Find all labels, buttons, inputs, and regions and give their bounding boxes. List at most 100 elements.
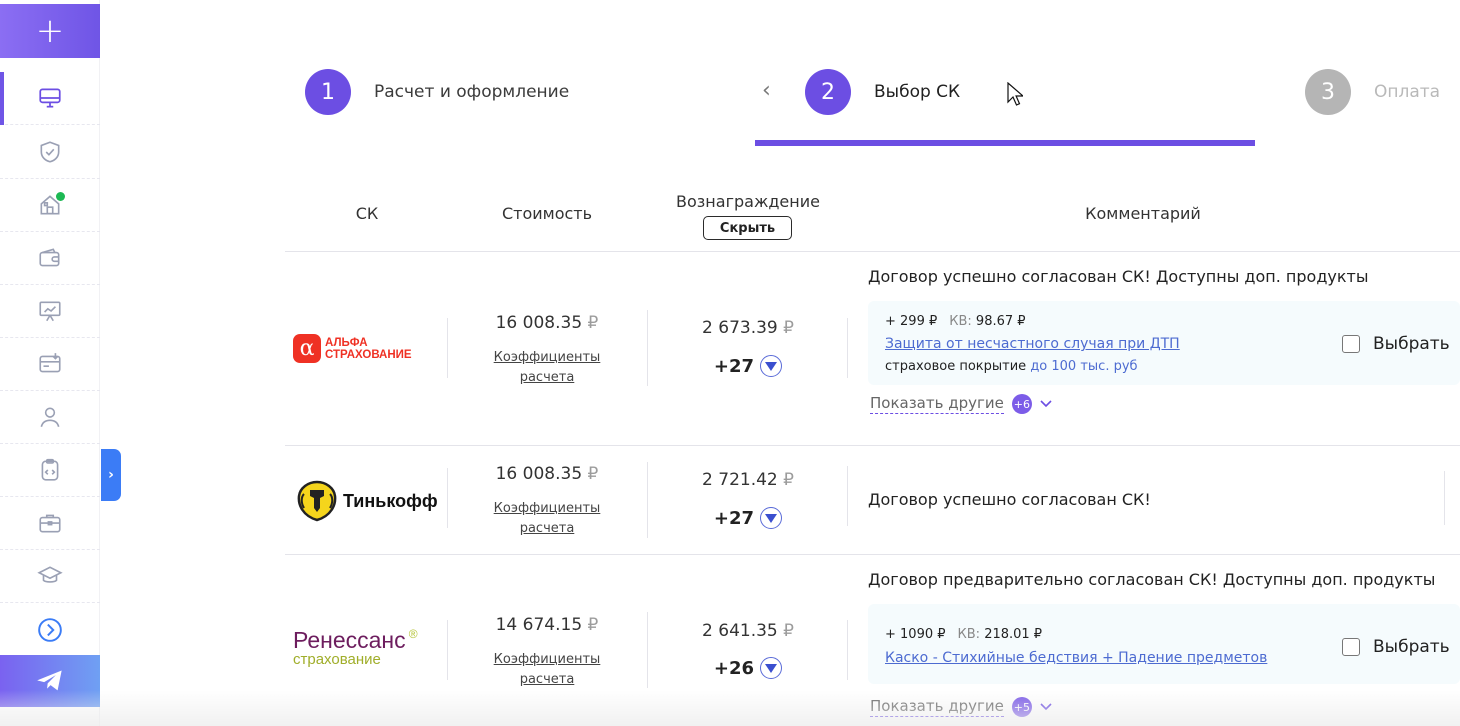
sidebar-expand-toggle[interactable]: › [101,449,121,501]
graduation-cap-icon [37,566,63,583]
telegram-button[interactable] [0,655,100,707]
comment-text: Договор предварительно согласован СК! До… [868,570,1436,589]
sidebar-item-education[interactable] [0,550,100,603]
shield-check-icon [40,141,60,163]
sidebar-item-insurance[interactable] [0,126,100,179]
briefcase-icon [39,514,61,533]
gem-icon [760,657,783,679]
reward-value: 2 673.39 ₽ [702,318,794,338]
coefficients-link[interactable]: Коэффициенты расчета [447,348,647,388]
price-value: 16 008.35 ₽ [495,464,599,484]
add-button[interactable]: + [0,4,100,58]
column-header-price: Стоимость [501,204,593,223]
count-badge: +5 [1011,697,1032,717]
select-product-option[interactable]: Выбрать [1342,637,1450,657]
reward-value: 2 641.35 ₽ [702,621,794,641]
logo-text: Ренессанс ® [293,627,418,653]
logo-text: СТРАХОВАНИЕ [325,348,412,361]
logo-text: АЛЬФА [325,336,368,349]
header-divider [285,251,1460,252]
product-link[interactable]: Каско - Стихийные бедствия + Падение пре… [885,650,1267,666]
presentation-chart-icon [39,301,61,322]
select-label: Выбрать [1373,334,1450,354]
step-company-selection[interactable]: 2 Выбор СК [805,69,960,115]
invoice-icon [39,353,61,373]
step-number: 3 [1305,69,1351,115]
step-label: Оплата [1374,82,1441,102]
row-divider [285,554,1460,555]
step-label: Выбор СК [874,82,961,102]
column-header-company: СК [355,204,379,223]
sidebar: + [0,0,100,726]
step-number: 2 [805,69,851,115]
active-step-indicator [755,140,1255,146]
monitor-icon [39,88,61,108]
renaissance-logo: Ренессанс ® страхование [293,627,418,668]
product-coverage: страховое покрытие до 100 тыс. руб [885,359,1138,374]
logo-subtext: страхование [293,651,381,668]
cell-divider [847,620,848,680]
comment-text: Договор успешно согласован СК! Доступны … [868,267,1369,286]
sidebar-item-profile[interactable] [0,391,100,444]
step-number: 1 [305,69,351,115]
bonus-points: +26 [648,657,848,679]
bonus-points: +27 [648,355,848,377]
sidebar-item-tasks[interactable] [0,444,100,497]
cell-divider [847,318,848,378]
product-link[interactable]: Защита от несчастного случая при ДТП [885,336,1180,352]
additional-product-card: + 1090 ₽ КВ: 218.01 ₽ Каско - Стихийные б… [868,604,1460,684]
select-checkbox[interactable] [1342,335,1360,353]
coefficients-link[interactable]: Коэффициенты расчета [447,499,647,539]
alfa-logo: α АЛЬФА СТРАХОВАНИЕ [293,334,412,363]
user-icon [40,407,60,427]
select-label: Выбрать [1373,637,1450,657]
clipboard-code-icon [41,458,59,481]
price-value: 14 674.15 ₽ [495,615,599,635]
price-value: 16 008.35 ₽ [495,313,599,333]
cell-divider [847,466,848,526]
wallet-icon [39,248,60,267]
column-header-reward: Вознаграждение [676,192,820,211]
coefficients-link[interactable]: Коэффициенты расчета [447,650,647,690]
sidebar-item-more[interactable] [0,603,100,656]
arrow-circle-right-icon [38,617,62,642]
chevron-left-icon[interactable]: ‹ [762,80,771,102]
bonus-points: +27 [648,507,848,529]
chevron-down-icon [1040,400,1052,408]
sidebar-item-property[interactable] [0,179,100,232]
count-badge: +6 [1011,394,1032,414]
sidebar-item-portfolio[interactable] [0,497,100,550]
row-divider [285,445,1460,446]
column-header-comment: Комментарий [1085,204,1201,223]
product-price: + 299 ₽ КВ: 98.67 ₽ [885,314,1026,329]
sidebar-item-dashboard[interactable] [0,72,100,125]
telegram-icon [37,670,62,691]
sidebar-item-wallet[interactable] [0,232,100,285]
reward-value: 2 721.42 ₽ [702,470,794,490]
plus-icon: + [35,11,65,51]
step-calculation[interactable]: 1 Расчет и оформление [305,69,569,115]
show-more-products-link[interactable]: Показать другие +6 [870,394,1052,414]
hide-reward-button[interactable]: Скрыть [703,216,792,240]
show-more-products-link[interactable]: Показать другие +5 [870,697,1052,717]
additional-product-card: + 299 ₽ КВ: 98.67 ₽ Защита от несчастного… [868,301,1460,385]
chevron-right-icon: › [108,467,114,483]
sidebar-item-invoices[interactable] [0,338,100,391]
step-payment: 3 Оплата [1305,69,1440,115]
gem-icon [760,355,783,377]
logo-text: Тинькофф [343,490,438,511]
cell-divider [1444,471,1445,525]
gem-icon [760,507,783,529]
step-label: Расчет и оформление [374,82,570,102]
comment-text: Договор успешно согласован СК! [868,490,1151,509]
tinkoff-emblem-icon [297,480,337,522]
select-product-option[interactable]: Выбрать [1342,334,1450,354]
bottom-scroll-fade [0,690,1460,726]
select-checkbox[interactable] [1342,638,1360,656]
product-price: + 1090 ₽ КВ: 218.01 ₽ [885,627,1043,642]
sidebar-item-reports[interactable] [0,285,100,338]
tinkoff-logo: Тинькофф [295,480,438,522]
notification-dot [56,192,65,201]
mouse-cursor-icon [1007,82,1023,106]
chevron-down-icon [1040,703,1052,711]
